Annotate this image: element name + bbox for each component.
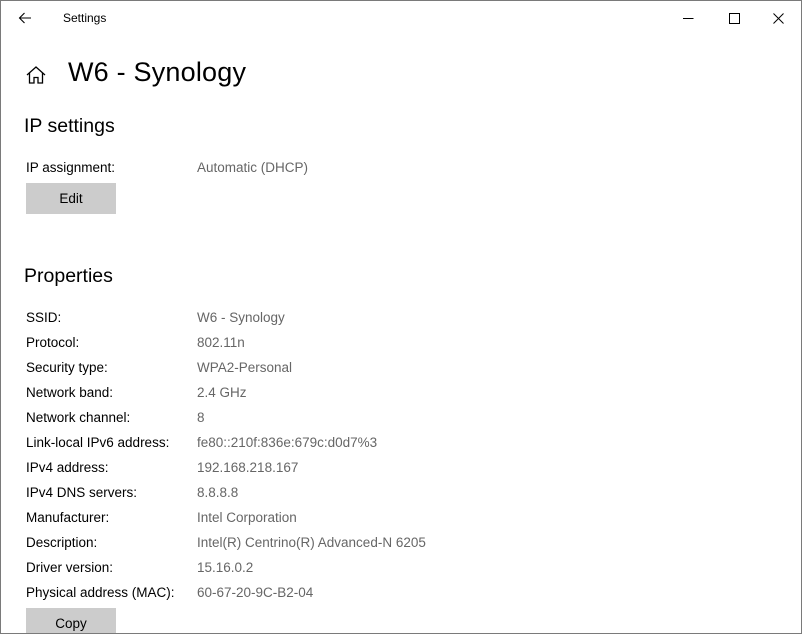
properties-heading: Properties	[24, 265, 113, 287]
ip-assignment-row: IP assignment: Automatic (DHCP)	[26, 160, 726, 178]
property-value: 2.4 GHz	[197, 385, 247, 400]
property-label: IPv4 address:	[26, 460, 109, 475]
property-value: W6 - Synology	[197, 310, 285, 325]
property-value: 802.11n	[197, 335, 245, 350]
property-label: Manufacturer:	[26, 510, 110, 525]
property-value: 192.168.218.167	[197, 460, 299, 475]
window-title: Settings	[63, 11, 107, 25]
close-button[interactable]	[755, 1, 801, 35]
ip-assignment-label: IP assignment:	[26, 160, 116, 175]
ip-settings-heading: IP settings	[24, 115, 115, 137]
property-label: Description:	[26, 535, 98, 550]
maximize-icon	[728, 12, 740, 24]
property-label: Physical address (MAC):	[26, 585, 175, 600]
property-row-driver-version: Driver version: 15.16.0.2	[26, 560, 726, 578]
property-value: 15.16.0.2	[197, 560, 254, 575]
minimize-icon	[682, 17, 693, 19]
home-icon[interactable]	[25, 64, 47, 86]
property-value: fe80::210f:836e:679c:d0d7%3	[197, 435, 378, 450]
property-row-network-channel: Network channel: 8	[26, 410, 726, 428]
property-value: 8	[197, 410, 205, 425]
ip-assignment-value: Automatic (DHCP)	[197, 160, 309, 175]
property-row-description: Description: Intel(R) Centrino(R) Advanc…	[26, 535, 726, 553]
property-value: Intel Corporation	[197, 510, 297, 525]
edit-button[interactable]: Edit	[26, 183, 116, 214]
property-row-ipv4-address: IPv4 address: 192.168.218.167	[26, 460, 726, 478]
property-label: Network channel:	[26, 410, 131, 425]
property-label: Network band:	[26, 385, 114, 400]
back-button[interactable]	[1, 1, 49, 35]
copy-button[interactable]: Copy	[26, 608, 116, 633]
property-row-manufacturer: Manufacturer: Intel Corporation	[26, 510, 726, 528]
property-row-ipv4-dns: IPv4 DNS servers: 8.8.8.8	[26, 485, 726, 503]
property-row-ipv6-address: Link-local IPv6 address: fe80::210f:836e…	[26, 435, 726, 453]
property-label: Protocol:	[26, 335, 80, 350]
property-label: Security type:	[26, 360, 108, 375]
back-arrow-icon	[18, 12, 31, 24]
property-row-security-type: Security type: WPA2-Personal	[26, 360, 726, 378]
property-label: SSID:	[26, 310, 62, 325]
property-label: Driver version:	[26, 560, 114, 575]
property-row-network-band: Network band: 2.4 GHz	[26, 385, 726, 403]
minimize-button[interactable]	[665, 1, 711, 35]
page-title: W6 - Synology	[68, 57, 247, 87]
property-row-protocol: Protocol: 802.11n	[26, 335, 726, 353]
property-label: IPv4 DNS servers:	[26, 485, 138, 500]
property-value: Intel(R) Centrino(R) Advanced-N 6205	[197, 535, 426, 550]
maximize-button[interactable]	[711, 1, 757, 35]
property-row-mac-address: Physical address (MAC): 60-67-20-9C-B2-0…	[26, 585, 726, 603]
property-value: 8.8.8.8	[197, 485, 239, 500]
settings-window: Settings W6 - Synology IP settings IP as…	[0, 0, 802, 634]
property-value: 60-67-20-9C-B2-04	[197, 585, 314, 600]
title-bar: Settings	[1, 1, 801, 35]
property-label: Link-local IPv6 address:	[26, 435, 170, 450]
close-icon	[772, 12, 784, 24]
property-row-ssid: SSID: W6 - Synology	[26, 310, 726, 328]
property-value: WPA2-Personal	[197, 360, 293, 375]
